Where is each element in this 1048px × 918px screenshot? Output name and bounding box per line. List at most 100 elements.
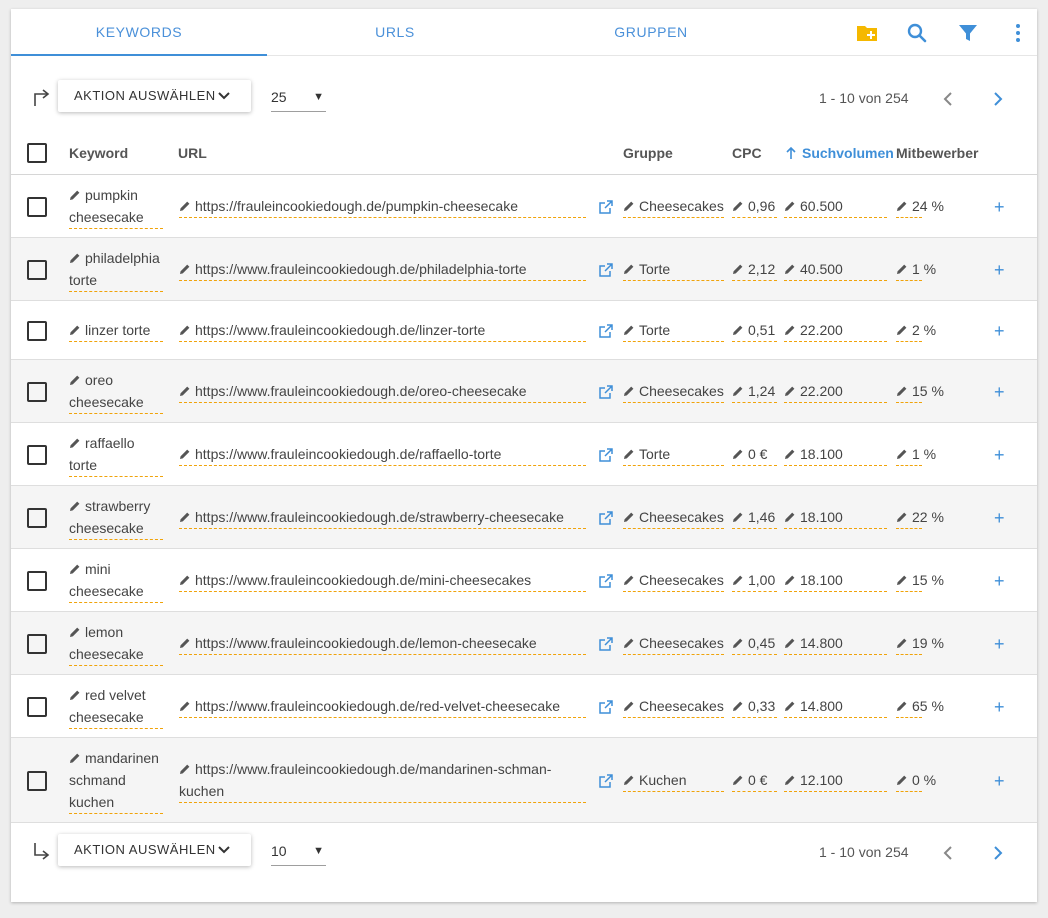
keyword-cell[interactable]: raffaello torte (69, 432, 163, 477)
row-checkbox[interactable] (27, 196, 47, 217)
open-external-icon[interactable] (599, 384, 613, 399)
open-external-icon[interactable] (599, 323, 613, 338)
group-cell[interactable]: Cheesecakes (623, 695, 724, 718)
group-cell[interactable]: Torte (623, 443, 724, 466)
cpc-cell[interactable]: 0,45 (732, 632, 777, 655)
add-row-icon[interactable]: + (994, 261, 1005, 279)
cpc-cell[interactable]: 0 € (732, 443, 777, 466)
keyword-cell[interactable]: red velvet cheesecake (69, 684, 163, 729)
next-page-icon[interactable] (986, 841, 1010, 865)
open-external-icon[interactable] (599, 447, 613, 462)
url-cell[interactable]: https://www.frauleincookiedough.de/raffa… (179, 443, 586, 466)
per-page-select-bottom[interactable]: 10 ▼ (271, 836, 326, 866)
volume-cell[interactable]: 18.100 (784, 506, 887, 529)
competitors-cell[interactable]: 19 % (896, 632, 944, 655)
open-external-icon[interactable] (599, 199, 613, 214)
url-cell[interactable]: https://www.frauleincookiedough.de/oreo-… (179, 380, 586, 403)
open-external-icon[interactable] (599, 699, 613, 714)
keyword-cell[interactable]: oreo cheesecake (69, 369, 163, 414)
add-row-icon[interactable]: + (994, 446, 1005, 464)
open-external-icon[interactable] (599, 636, 613, 651)
group-cell[interactable]: Cheesecakes (623, 569, 724, 592)
competitors-cell[interactable]: 15 % (896, 569, 944, 592)
competitors-cell[interactable]: 1 % (896, 443, 936, 466)
open-external-icon[interactable] (599, 510, 613, 525)
col-cpc[interactable]: CPC (732, 145, 762, 161)
url-cell[interactable]: https://www.frauleincookiedough.de/straw… (179, 506, 586, 529)
group-cell[interactable]: Torte (623, 319, 724, 342)
volume-cell[interactable]: 22.200 (784, 319, 887, 342)
add-row-icon[interactable]: + (994, 509, 1005, 527)
add-row-icon[interactable]: + (994, 635, 1005, 653)
tab-keywords[interactable]: KEYWORDS (11, 9, 267, 56)
group-cell[interactable]: Cheesecakes (623, 506, 724, 529)
url-cell[interactable]: https://www.frauleincookiedough.de/lemon… (179, 632, 586, 655)
open-external-icon[interactable] (599, 573, 613, 588)
more-vert-icon[interactable] (1006, 21, 1030, 45)
cpc-cell[interactable]: 1,24 (732, 380, 777, 403)
row-checkbox[interactable] (27, 770, 47, 791)
add-row-icon[interactable]: + (994, 572, 1005, 590)
col-competitors[interactable]: Mitbewerber (896, 145, 978, 161)
volume-cell[interactable]: 18.100 (784, 443, 887, 466)
row-checkbox[interactable] (27, 444, 47, 465)
keyword-cell[interactable]: philadelphia torte (69, 247, 163, 292)
volume-cell[interactable]: 12.100 (784, 769, 887, 792)
competitors-cell[interactable]: 0 % (896, 769, 936, 792)
add-row-icon[interactable]: + (994, 198, 1005, 216)
url-cell[interactable]: https://frauleincookiedough.de/pumpkin-c… (179, 195, 586, 218)
row-checkbox[interactable] (27, 633, 47, 654)
sort-up-arrow-icon[interactable] (785, 146, 797, 160)
add-row-icon[interactable]: + (994, 698, 1005, 716)
open-external-icon[interactable] (599, 262, 613, 277)
keyword-cell[interactable]: mini cheesecake (69, 558, 163, 603)
url-cell[interactable]: https://www.frauleincookiedough.de/red-v… (179, 695, 586, 718)
group-cell[interactable]: Cheesecakes (623, 632, 724, 655)
next-page-icon[interactable] (986, 87, 1010, 111)
cpc-cell[interactable]: 0 € (732, 769, 777, 792)
group-cell[interactable]: Kuchen (623, 769, 724, 792)
add-row-icon[interactable]: + (994, 322, 1005, 340)
cpc-cell[interactable]: 0,51 (732, 319, 777, 342)
col-group[interactable]: Gruppe (623, 145, 673, 161)
tab-urls[interactable]: URLS (267, 9, 523, 56)
group-cell[interactable]: Torte (623, 258, 724, 281)
row-checkbox[interactable] (27, 320, 47, 341)
competitors-cell[interactable]: 65 % (896, 695, 944, 718)
competitors-cell[interactable]: 15 % (896, 380, 944, 403)
competitors-cell[interactable]: 24 % (896, 195, 944, 218)
prev-page-icon[interactable] (936, 87, 960, 111)
per-page-select[interactable]: 25 ▼ (271, 82, 326, 112)
group-cell[interactable]: Cheesecakes (623, 380, 724, 403)
volume-cell[interactable]: 14.800 (784, 695, 887, 718)
competitors-cell[interactable]: 2 % (896, 319, 936, 342)
volume-cell[interactable]: 22.200 (784, 380, 887, 403)
row-checkbox[interactable] (27, 570, 47, 591)
keyword-cell[interactable]: mandarinen schmand kuchen (69, 747, 163, 814)
keyword-cell[interactable]: strawberry cheesecake (69, 495, 163, 540)
cpc-cell[interactable]: 1,00 (732, 569, 777, 592)
add-row-icon[interactable]: + (994, 383, 1005, 401)
row-checkbox[interactable] (27, 507, 47, 528)
filter-icon[interactable] (956, 21, 980, 45)
cpc-cell[interactable]: 2,12 (732, 258, 777, 281)
col-keyword[interactable]: Keyword (69, 145, 128, 161)
action-select-button[interactable]: AKTION AUSWÄHLEN (58, 80, 251, 112)
row-checkbox[interactable] (27, 696, 47, 717)
volume-cell[interactable]: 40.500 (784, 258, 887, 281)
url-cell[interactable]: https://www.frauleincookiedough.de/mini-… (179, 569, 586, 592)
col-volume[interactable]: Suchvolumen (802, 145, 894, 161)
keyword-cell[interactable]: linzer torte (69, 319, 163, 342)
add-folder-icon[interactable] (855, 21, 879, 45)
competitors-cell[interactable]: 1 % (896, 258, 936, 281)
group-cell[interactable]: Cheesecakes (623, 195, 724, 218)
cpc-cell[interactable]: 0,33 (732, 695, 777, 718)
keyword-cell[interactable]: pumpkin cheesecake (69, 184, 163, 229)
open-external-icon[interactable] (599, 773, 613, 788)
col-url[interactable]: URL (178, 145, 207, 161)
cpc-cell[interactable]: 1,46 (732, 506, 777, 529)
action-select-button-bottom[interactable]: AKTION AUSWÄHLEN (58, 834, 251, 866)
volume-cell[interactable]: 18.100 (784, 569, 887, 592)
keyword-cell[interactable]: lemon cheesecake (69, 621, 163, 666)
url-cell[interactable]: https://www.frauleincookiedough.de/manda… (179, 758, 586, 803)
